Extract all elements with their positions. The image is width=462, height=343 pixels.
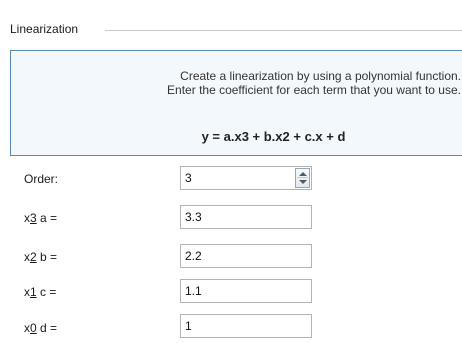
coef-label-key: 3 bbox=[30, 211, 37, 225]
coef-label-suffix: d = bbox=[36, 321, 58, 335]
coef-d-value: 1 bbox=[185, 319, 192, 333]
coef-b-value: 2.2 bbox=[185, 249, 202, 263]
order-spinbox[interactable]: 3 bbox=[180, 166, 312, 190]
coef-label-key: 2 bbox=[30, 250, 37, 264]
order-spinner[interactable] bbox=[295, 168, 310, 188]
spin-down-icon[interactable] bbox=[299, 180, 307, 184]
coef-label-key: 1 bbox=[30, 285, 37, 299]
info-panel: Create a linearization by using a polyno… bbox=[10, 50, 462, 156]
order-label: Order: bbox=[24, 172, 59, 186]
coef-label-c: x1 c = bbox=[24, 285, 56, 299]
groupbox-divider bbox=[105, 30, 462, 31]
coef-label-suffix: a = bbox=[36, 211, 58, 225]
coef-label-suffix: b = bbox=[36, 250, 58, 264]
coef-label-suffix: c = bbox=[36, 285, 57, 299]
coef-label-a: x3 a = bbox=[24, 211, 57, 225]
spin-up-icon[interactable] bbox=[299, 172, 307, 176]
order-value: 3 bbox=[185, 171, 192, 185]
coef-c-value: 1.1 bbox=[185, 284, 202, 298]
coef-a-input[interactable]: 3.3 bbox=[180, 205, 312, 229]
coef-label-d: x0 d = bbox=[24, 321, 57, 335]
info-text-line-2: Enter the coefficient for each term that… bbox=[167, 83, 461, 97]
coef-a-value: 3.3 bbox=[185, 210, 202, 224]
coef-d-input[interactable]: 1 bbox=[180, 314, 312, 338]
formula-text: y = a.x3 + b.x2 + c.x + d bbox=[201, 129, 346, 144]
groupbox-title: Linearization bbox=[10, 22, 79, 36]
coef-label-key: 0 bbox=[30, 321, 37, 335]
coef-b-input[interactable]: 2.2 bbox=[180, 244, 312, 268]
spin-divider bbox=[297, 177, 308, 178]
coef-c-input[interactable]: 1.1 bbox=[180, 279, 312, 303]
coef-label-b: x2 b = bbox=[24, 250, 57, 264]
info-text-line-1: Create a linearization by using a polyno… bbox=[180, 69, 461, 83]
